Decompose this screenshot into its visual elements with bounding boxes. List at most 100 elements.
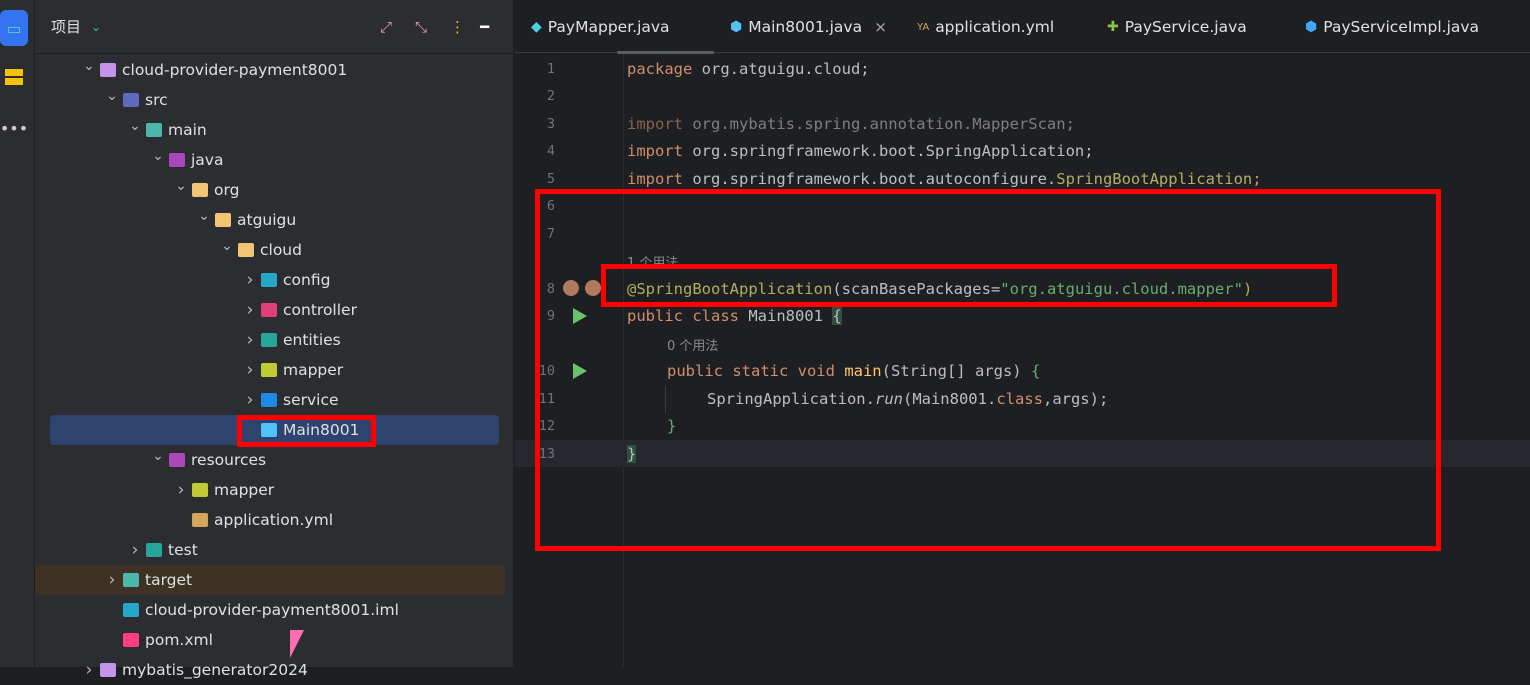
close-tab-icon[interactable]: × — [874, 18, 887, 36]
tree-item[interactable]: ⌄ org — [35, 175, 505, 205]
chevron-down-icon[interactable]: ⌄ — [151, 148, 165, 164]
source-folder-icon — [123, 93, 139, 107]
code-line-5[interactable]: import org.springframework.boot.autoconf… — [627, 170, 1262, 188]
chevron-down-icon[interactable]: ⌄ — [128, 118, 142, 134]
chevron-right-icon[interactable]: › — [243, 300, 257, 320]
minimize-icon[interactable]: ━ — [480, 18, 489, 36]
more-tools-button[interactable]: ••• — [0, 110, 28, 146]
chevron-down-icon[interactable]: ⌄ — [197, 208, 211, 224]
project-panel-title[interactable]: 项目 — [51, 16, 81, 37]
kw: import — [627, 170, 693, 188]
tree-item[interactable]: ⌄ cloud-provider-payment8001 — [35, 55, 505, 85]
tree-item[interactable]: › controller — [35, 295, 505, 325]
tree-item[interactable]: › mapper — [35, 355, 505, 385]
tree-item[interactable]: › mybatis_generator2024 — [35, 655, 505, 685]
tab-application-yml[interactable]: YA application.yml — [917, 18, 1054, 36]
package-folder-icon — [215, 213, 231, 227]
tree-item[interactable]: ⌄ java — [35, 145, 505, 175]
ann: SpringBootApplication — [1056, 170, 1253, 188]
code-line-4[interactable]: import org.springframework.boot.SpringAp… — [627, 142, 1094, 160]
module-folder-icon — [100, 663, 116, 677]
maven-file-icon — [123, 633, 139, 647]
kw: import — [627, 115, 693, 133]
annotation-highlight-box — [601, 264, 1337, 307]
chevron-down-icon[interactable]: ⌄ — [82, 58, 96, 74]
chevron-right-icon[interactable]: › — [128, 540, 142, 560]
tree-item[interactable]: pom.xml — [35, 625, 505, 655]
test-folder-icon — [146, 543, 162, 557]
chevron-down-icon[interactable]: ⌄ — [174, 178, 188, 194]
code-editor: ◆ PayMapper.java ⬢ Main8001.java × YA applic… — [515, 0, 1530, 667]
tree-item-label: cloud-provider-payment8001.iml — [145, 601, 399, 619]
interface-icon: ✚ — [1107, 19, 1119, 35]
project-panel: 项目 ⌄ ⤢ ⤡ ⋮ ━ ⌄ cloud-provider-payment8001… — [35, 0, 546, 680]
code-line-3[interactable]: import org.mybatis.spring.annotation.Map… — [627, 115, 1075, 133]
tree-item-label: mapper — [214, 481, 275, 499]
tree-item[interactable]: ⌄ atguigu — [35, 205, 505, 235]
config-folder-icon — [261, 273, 277, 287]
mapper-folder-icon — [192, 483, 208, 497]
tree-item-label: src — [145, 91, 168, 109]
options-icon[interactable]: ⋮ — [450, 18, 465, 36]
active-tab-indicator — [617, 51, 714, 54]
yaml-file-icon — [192, 513, 208, 527]
tree-item[interactable]: › config — [35, 265, 505, 295]
tree-item-label: resources — [191, 451, 267, 469]
tree-item-label: main — [168, 121, 207, 139]
tree-item-label: java — [191, 151, 224, 169]
services-tool-button[interactable] — [0, 60, 28, 96]
txt: ; — [1252, 170, 1262, 188]
tree-item-label: target — [145, 571, 193, 589]
chevron-right-icon[interactable]: › — [82, 660, 96, 680]
chevron-right-icon[interactable]: › — [105, 570, 119, 590]
mapper-icon: ◆ — [531, 19, 542, 35]
tree-item[interactable]: › service — [35, 385, 505, 415]
chevron-down-icon[interactable]: ⌄ — [220, 238, 234, 254]
expand-all-icon[interactable]: ⤢ — [380, 18, 392, 36]
tree-item[interactable]: › target — [35, 565, 505, 595]
tree-item[interactable]: › entities — [35, 325, 505, 355]
controller-folder-icon — [261, 303, 277, 317]
chevron-right-icon[interactable]: › — [243, 360, 257, 380]
collapse-all-icon[interactable]: ⤡ — [415, 18, 427, 36]
tree-item[interactable]: ⌄ src — [35, 85, 505, 115]
tab-payserviceimpl[interactable]: ⬢ PayServiceImpl.java — [1305, 18, 1479, 36]
tree-item-label: cloud-provider-payment8001 — [122, 61, 348, 79]
chevron-right-icon[interactable]: › — [174, 480, 188, 500]
tree-item-label: test — [168, 541, 198, 559]
tree-item[interactable]: ⌄ main — [35, 115, 505, 145]
tree-item[interactable]: application.yml — [35, 505, 505, 535]
chevron-right-icon[interactable]: › — [243, 270, 257, 290]
tree-item[interactable]: ⌄ cloud — [35, 235, 505, 265]
tab-payservice[interactable]: ✚ PayService.java — [1107, 18, 1247, 36]
tree-item-label: pom.xml — [145, 631, 213, 649]
kw: package — [627, 60, 702, 78]
tree-item[interactable]: › mapper — [35, 475, 505, 505]
tab-label: PayServiceImpl.java — [1323, 18, 1480, 36]
chevron-down-icon[interactable]: ⌄ — [91, 20, 101, 34]
tree-item-label: atguigu — [237, 211, 297, 229]
tree-item[interactable]: › test — [35, 535, 505, 565]
cursor-icon — [290, 630, 304, 658]
code-line-1[interactable]: package org.atguigu.cloud; — [627, 60, 870, 78]
chevron-right-icon[interactable]: › — [243, 390, 257, 410]
tab-main8001[interactable]: ⬢ Main8001.java × — [730, 18, 887, 36]
chevron-down-icon[interactable]: ⌄ — [151, 448, 165, 464]
line-number: 5 — [546, 171, 555, 187]
tree-item[interactable]: ⌄ resources — [35, 445, 505, 475]
tree-item-label: cloud — [260, 241, 302, 259]
code-highlight-box — [535, 189, 1441, 551]
tree-item[interactable]: cloud-provider-payment8001.iml — [35, 595, 505, 625]
iml-file-icon — [123, 603, 139, 617]
tree-item-label: entities — [283, 331, 341, 349]
class-icon: ⬢ — [1305, 19, 1318, 35]
chevron-right-icon[interactable]: › — [243, 330, 257, 350]
yaml-icon: YA — [917, 21, 930, 33]
project-panel-header: 项目 ⌄ ⤢ ⤡ ⋮ ━ — [35, 0, 514, 54]
tree-item-label: service — [283, 391, 339, 409]
chevron-down-icon[interactable]: ⌄ — [105, 88, 119, 104]
package-folder-icon — [238, 243, 254, 257]
project-tool-button[interactable]: ▭ — [0, 10, 28, 46]
tab-paymapper[interactable]: ◆ PayMapper.java — [531, 18, 670, 36]
tab-label: application.yml — [935, 18, 1055, 36]
